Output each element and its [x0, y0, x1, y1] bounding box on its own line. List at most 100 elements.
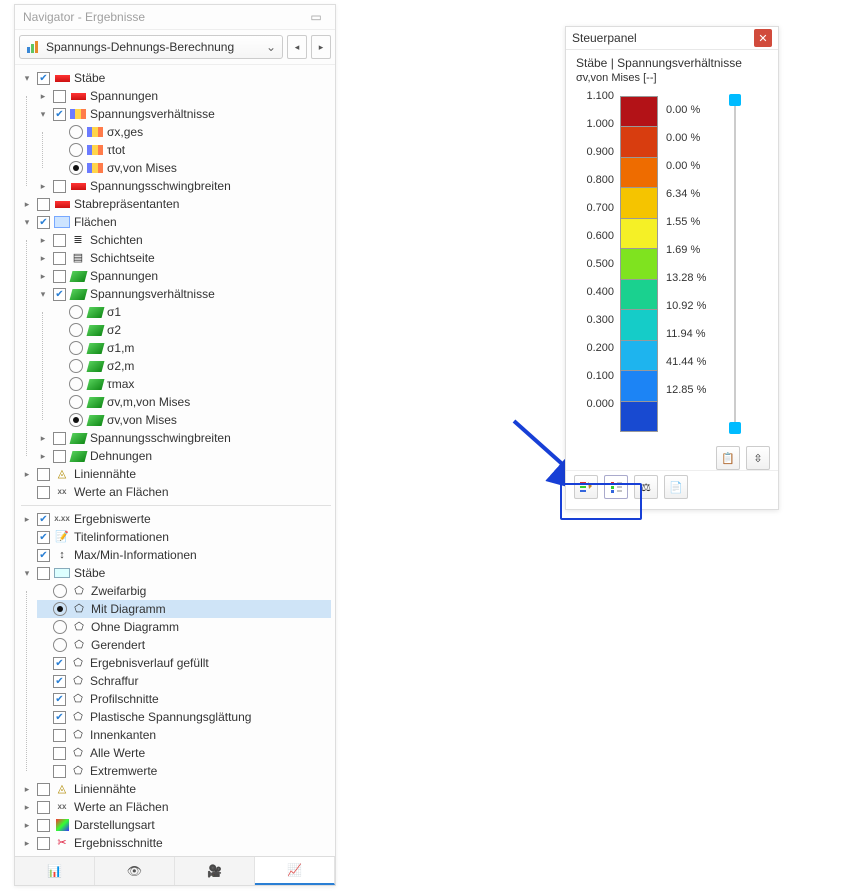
tree-item[interactable]: Spannungen — [90, 87, 158, 105]
selected-row: ⬠Mit Diagramm — [37, 600, 331, 618]
results-tree[interactable]: ▾Stäbe ▸Spannungen ▾Spannungsverhältniss… — [15, 65, 335, 856]
edit-colors-tab[interactable] — [574, 475, 598, 499]
close-button[interactable]: ✕ — [754, 29, 772, 47]
tree-item[interactable]: Gerendert — [91, 636, 145, 654]
tree-item[interactable]: Dehnungen — [90, 447, 152, 465]
svg-text:0.145: 0.145 — [740, 539, 765, 551]
prev-button[interactable]: ◂ — [287, 35, 307, 59]
control-panel-title: Steuerpanel — [572, 31, 637, 45]
tree-item[interactable]: σ1 — [107, 303, 121, 321]
fit-colorbar-button[interactable]: ⇳ — [746, 446, 770, 470]
values-icon: x.xx — [54, 512, 70, 526]
tab-results[interactable]: 📈 — [255, 857, 335, 885]
tree-item[interactable]: Spannungsverhältnisse — [90, 105, 215, 123]
balance-tab[interactable]: ⚖ — [634, 475, 658, 499]
analysis-type-combo[interactable]: Spannungs-Dehnungs-Berechnung ⌄ — [19, 35, 283, 59]
legend-unit: σv,von Mises [--] — [566, 72, 778, 90]
tree-item[interactable]: Plastische Spannungsglättung — [90, 708, 251, 726]
legend-range-slider[interactable] — [730, 96, 742, 432]
tree-item[interactable]: Alle Werte — [90, 744, 145, 762]
project-icon: 📊 — [47, 864, 62, 878]
tree-item-staebe2[interactable]: Stäbe — [74, 564, 105, 582]
tree-item[interactable]: Liniennähte — [74, 780, 136, 798]
legend-subtitle: Stäbe | Spannungsverhältnisse — [566, 50, 778, 72]
tree-item[interactable]: Schichten — [90, 231, 143, 249]
slider-handle-bottom[interactable] — [729, 422, 741, 434]
svg-text:0.252: 0.252 — [604, 817, 629, 829]
tree-item[interactable]: σ1,m — [107, 339, 134, 357]
svg-text:0.058: 0.058 — [418, 540, 443, 552]
next-button[interactable]: ▸ — [311, 35, 331, 59]
tree-item[interactable]: Spannungsverhältnisse — [90, 285, 215, 303]
tree-item[interactable]: Spannungen — [90, 267, 158, 285]
svg-text:0.105: 0.105 — [404, 777, 429, 789]
tree-item[interactable]: σx,ges — [107, 123, 143, 141]
legend-ticks: 1.1001.0000.9000.8000.7000.6000.5000.400… — [576, 96, 614, 432]
maxmin-icon: ↕ — [54, 548, 70, 562]
tree-item[interactable]: Ohne Diagramm — [91, 618, 179, 636]
tab-cameras[interactable]: 🎥 — [175, 857, 255, 885]
tree-item[interactable]: Innenkanten — [90, 726, 156, 744]
tree-item[interactable]: Extremwerte — [90, 762, 157, 780]
legend-mode-tabs: ⚖ 📄 — [566, 470, 778, 503]
tree-item[interactable]: σ2 — [107, 321, 121, 339]
tree-item-staebe[interactable]: Stäbe — [74, 69, 105, 87]
tree-item[interactable]: Ergebniswerte — [74, 510, 151, 528]
tree-item[interactable]: τmax — [107, 375, 134, 393]
tree-item[interactable]: Darstellungsart — [74, 816, 155, 834]
tree-item[interactable]: Max/Min-Informationen — [74, 546, 197, 564]
svg-text:0.105: 0.105 — [476, 777, 501, 789]
tree-item[interactable]: Liniennähte — [74, 465, 136, 483]
bar-icon — [54, 566, 70, 580]
legend-percent-column: 0.00 %0.00 %0.00 %6.34 %1.55 %1.69 %13.2… — [666, 96, 718, 432]
eye-icon: 👁 — [127, 864, 142, 878]
tree-item[interactable]: Titelinformationen — [74, 528, 169, 546]
tree-item-mit-diagramm[interactable]: Mit Diagramm — [91, 600, 166, 618]
tree-item[interactable]: Ergebnisverlauf gefüllt — [90, 654, 209, 672]
tree-item-flaechen[interactable]: Flächen — [74, 213, 117, 231]
list-tab[interactable]: 📄 — [664, 475, 688, 499]
collapse-icon[interactable]: ▭ — [305, 5, 327, 29]
checkbox[interactable] — [37, 72, 50, 85]
graph-icon: ✂ — [54, 836, 70, 850]
tree-item[interactable]: Profilschnitte — [90, 690, 159, 708]
svg-text:0.172: 0.172 — [824, 525, 849, 537]
tree-item[interactable]: Stabrepräsentanten — [74, 195, 179, 213]
svg-text:0.709: 0.709 — [840, 690, 865, 702]
tree-item[interactable]: Zweifarbig — [91, 582, 146, 600]
results-icon — [26, 40, 40, 54]
xx-icon: xx — [54, 485, 70, 499]
svg-text:0.205: 0.205 — [700, 525, 725, 537]
tree-item[interactable]: τtot — [107, 141, 125, 159]
analysis-type-label: Spannungs-Dehnungs-Berechnung — [46, 40, 234, 54]
surface-icon — [54, 215, 70, 229]
svg-text:0.303: 0.303 — [412, 841, 437, 853]
option-icon: ⬠ — [71, 584, 87, 598]
tree-item[interactable]: Werte an Flächen — [74, 483, 169, 501]
tree-item[interactable]: σ2,m — [107, 357, 134, 375]
tree-item[interactable]: σv,m,von Mises — [107, 393, 190, 411]
svg-text:0.489: 0.489 — [720, 699, 745, 711]
svg-text:0.305: 0.305 — [592, 705, 617, 717]
svg-text:0.111: 0.111 — [338, 715, 362, 727]
tree-item[interactable]: Spannungsschwingbreiten — [90, 177, 231, 195]
navigator-title-bar[interactable]: Navigator - Ergebnisse ▭ — [15, 5, 335, 30]
slider-handle-top[interactable] — [729, 94, 741, 106]
tree-item[interactable]: Schraffur — [90, 672, 138, 690]
tree-item[interactable]: σv,von Mises — [107, 159, 177, 177]
tab-project[interactable]: 📊 — [15, 857, 95, 885]
svg-text:0.300: 0.300 — [550, 823, 575, 835]
tree-item[interactable]: Ergebnisschnitte — [74, 834, 163, 852]
smooth-colors-tab[interactable] — [604, 475, 628, 499]
copy-colorbar-button[interactable]: 📋 — [716, 446, 740, 470]
svg-text:0.058: 0.058 — [432, 744, 457, 756]
tree-item[interactable]: Schichtseite — [90, 249, 155, 267]
tree-item[interactable]: Werte an Flächen — [74, 798, 169, 816]
tree-item[interactable]: σv,von Mises — [107, 411, 177, 429]
svg-text:0.706: 0.706 — [812, 805, 837, 817]
tab-views[interactable]: 👁 — [95, 857, 175, 885]
twist-icon[interactable]: ▾ — [21, 69, 33, 87]
svg-text:0.079: 0.079 — [770, 539, 795, 551]
svg-text:0.149: 0.149 — [338, 579, 363, 591]
tree-item[interactable]: Spannungsschwingbreiten — [90, 429, 231, 447]
